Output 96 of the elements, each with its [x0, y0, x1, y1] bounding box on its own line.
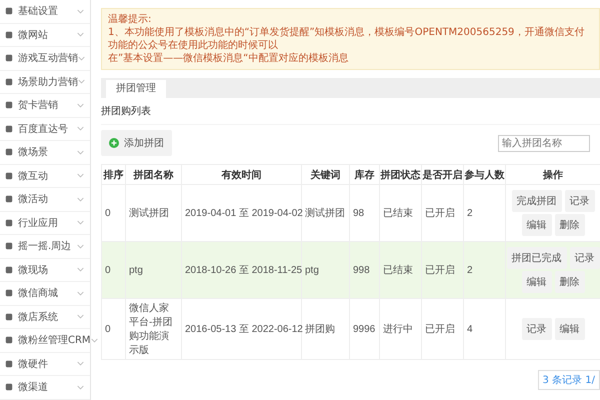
table-cell: 已开启 [422, 298, 464, 360]
chevron-down-icon [77, 220, 84, 226]
table-cell: 0 [102, 242, 126, 298]
column-header: 有效时间 [182, 164, 302, 184]
square-icon [5, 78, 13, 86]
sidebar-item[interactable]: 游戏互动营销 [0, 47, 90, 70]
sidebar-item[interactable]: 贺卡营销 [0, 94, 90, 118]
square-icon [5, 172, 13, 180]
table-cell: 0 [102, 184, 126, 242]
action-button[interactable]: 编辑 [522, 271, 552, 293]
sidebar-item[interactable]: 微渠道 [0, 376, 90, 400]
square-icon [5, 336, 13, 344]
chevron-down-icon [77, 150, 84, 155]
square-icon [5, 266, 13, 274]
table-cell: 已开启 [422, 242, 464, 298]
sidebar-item[interactable]: 微活动 [0, 188, 90, 212]
notice-title: 温馨提示: [108, 13, 152, 26]
column-header: 库存 [350, 164, 380, 184]
chevron-down-icon [90, 338, 98, 343]
chevron-down-icon [77, 102, 84, 108]
column-header: 关键词 [302, 164, 350, 184]
sidebar-item[interactable]: 微现场 [0, 258, 90, 282]
table-cell: 2018-10-26 至 2018-11-25 [182, 242, 302, 298]
square-icon [5, 195, 13, 204]
sidebar-item[interactable]: 基础设置 [0, 0, 90, 24]
sidebar-item[interactable]: 百度直达号 [0, 118, 90, 141]
sidebar-item[interactable]: 微信商城 [0, 282, 90, 306]
sidebar-item[interactable]: 微场景 [0, 141, 90, 164]
add-button[interactable]: 添加拼团 [101, 130, 172, 156]
square-icon [5, 54, 13, 62]
chevron-down-icon [77, 314, 84, 320]
chevron-down-icon [77, 361, 84, 366]
square-icon [5, 383, 13, 392]
column-header: 操作 [506, 164, 600, 184]
table-cell: 进行中 [380, 298, 422, 360]
section-title: 拼团购列表 [101, 104, 152, 118]
square-icon [5, 242, 13, 250]
square-icon [5, 7, 13, 16]
chevron-down-icon [78, 56, 85, 61]
column-header: 是否开启 [422, 164, 464, 184]
table-cell: 拼团购 [302, 298, 350, 360]
chevron-down-icon [77, 290, 84, 296]
column-header: 参与人数 [464, 164, 506, 184]
table-cell: 2016-05-13 至 2022-06-12 [182, 298, 302, 360]
sidebar-item[interactable]: 摇一摇.周边 [0, 235, 90, 258]
chevron-down-icon [77, 173, 84, 178]
action-button[interactable]: 记录 [522, 318, 552, 340]
action-button[interactable]: 完成拼团 [512, 190, 562, 212]
action-button[interactable]: 记录 [570, 247, 600, 269]
action-button[interactable]: 删除 [554, 214, 584, 236]
square-icon [5, 218, 13, 227]
sidebar-item[interactable]: 微硬件 [0, 352, 90, 376]
action-button[interactable]: 删除 [554, 271, 584, 293]
sidebar-item[interactable]: 微店系统 [0, 306, 90, 329]
table-cell: ptg [126, 242, 182, 298]
square-icon [5, 148, 13, 156]
table-cell: 微信人家平台-拼团购功能演示版 [126, 298, 182, 360]
chevron-down-icon [78, 79, 85, 84]
tab[interactable]: 拼团管理 [106, 80, 166, 98]
pagination-info: 3 条记录 1/ [538, 370, 600, 390]
table-cell: 9996 [350, 298, 380, 360]
table-cell: 998 [350, 242, 380, 298]
square-icon [5, 30, 13, 39]
table-cell: 2 [464, 242, 506, 298]
plus-circle-icon [109, 138, 119, 148]
sidebar-item[interactable]: 行业应用 [0, 212, 90, 235]
column-header: 排序 [102, 164, 126, 184]
chevron-down-icon [77, 32, 84, 38]
square-icon [5, 124, 13, 133]
notice-text: 1、本功能使用了模板消息中的“订单发货提醒”知模板消息，模板编号OPENTM200565259，开通微信支付功能的公众号在使用此功能的时候可以 [108, 26, 586, 52]
action-button[interactable]: 编辑 [522, 214, 552, 236]
chevron-down-icon [77, 126, 84, 132]
table-cell: 4 [464, 298, 506, 360]
notice-text: 在”基本设置——微信模板消息“中配置对应的模板消息 [108, 52, 350, 65]
column-header: 拼团名称 [126, 164, 182, 184]
search-field[interactable]: 输入拼团名称 [498, 134, 590, 152]
action-button[interactable]: 拼团已完成 [506, 247, 566, 269]
chevron-down-icon [77, 244, 84, 249]
square-icon [5, 312, 13, 321]
action-button[interactable]: 记录 [564, 190, 594, 212]
table-cell: 0 [102, 298, 126, 360]
chevron-down-icon [77, 267, 84, 272]
square-icon [5, 289, 13, 298]
square-icon [5, 360, 13, 368]
sidebar-item[interactable]: 微粉丝管理CRM [0, 329, 90, 352]
table-cell: 已结束 [380, 242, 422, 298]
sidebar-item[interactable]: 场景助力营销 [0, 70, 90, 94]
column-header: 拼团状态 [380, 164, 422, 184]
chevron-down-icon [77, 196, 84, 202]
table-cell: ptg [302, 242, 350, 298]
sidebar-item[interactable]: 微网站 [0, 24, 90, 47]
sidebar-item[interactable]: 微互动 [0, 164, 90, 188]
square-icon [5, 101, 13, 110]
chevron-down-icon [77, 384, 84, 390]
action-button[interactable]: 编辑 [554, 318, 584, 340]
chevron-down-icon [77, 8, 84, 14]
